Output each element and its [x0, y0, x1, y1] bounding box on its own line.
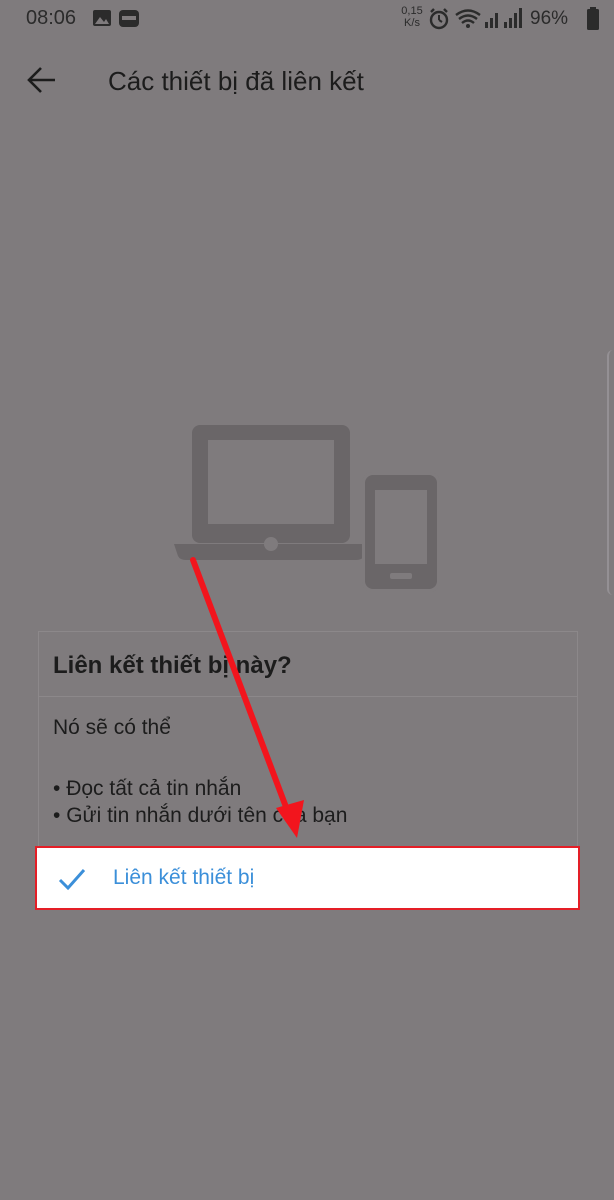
wifi-icon [455, 9, 481, 28]
permission-item: Đọc tất cả tin nhắn [53, 775, 347, 802]
link-device-dialog: Liên kết thiết bị này? Nó sẽ có thể Đọc … [38, 631, 578, 846]
network-speed-value: 0,15 [401, 5, 423, 17]
check-icon [58, 869, 86, 891]
gallery-icon [93, 10, 111, 26]
app-header: Các thiết bị đã liên kết [0, 50, 614, 110]
alarm-icon [429, 8, 449, 30]
battery-icon [587, 7, 599, 30]
permission-item: Gửi tin nhắn dưới tên của bạn [53, 802, 347, 829]
permission-list: Đọc tất cả tin nhắn Gửi tin nhắn dưới tê… [53, 775, 347, 829]
signal-icon [504, 8, 522, 28]
dialog-body: Nó sẽ có thể [53, 716, 171, 739]
laptop-icon [174, 425, 368, 560]
device-illustration [174, 425, 440, 592]
scroll-indicator [607, 350, 614, 595]
status-right-icons [429, 8, 522, 30]
arrow-left-icon [27, 67, 55, 93]
network-speed: 0,15 K/s [399, 5, 425, 29]
back-button[interactable] [22, 60, 62, 100]
zalo-notification-icon [119, 10, 139, 27]
annotation-arrow [190, 557, 304, 838]
dialog-divider [39, 696, 577, 697]
battery-percent: 96% [530, 8, 569, 29]
network-speed-unit: K/s [404, 17, 420, 29]
status-left-icons [93, 10, 139, 27]
status-bar: 08:06 0,15 K/s 96% [0, 0, 614, 38]
phone-icon [362, 472, 440, 592]
link-device-label: Liên kết thiết bị [113, 866, 255, 889]
status-time: 08:06 [26, 7, 77, 29]
signal-icon [485, 13, 498, 28]
dialog-title: Liên kết thiết bị này? [53, 652, 292, 679]
page-title: Các thiết bị đã liên kết [108, 66, 364, 96]
link-device-button[interactable]: Liên kết thiết bị [35, 846, 580, 910]
